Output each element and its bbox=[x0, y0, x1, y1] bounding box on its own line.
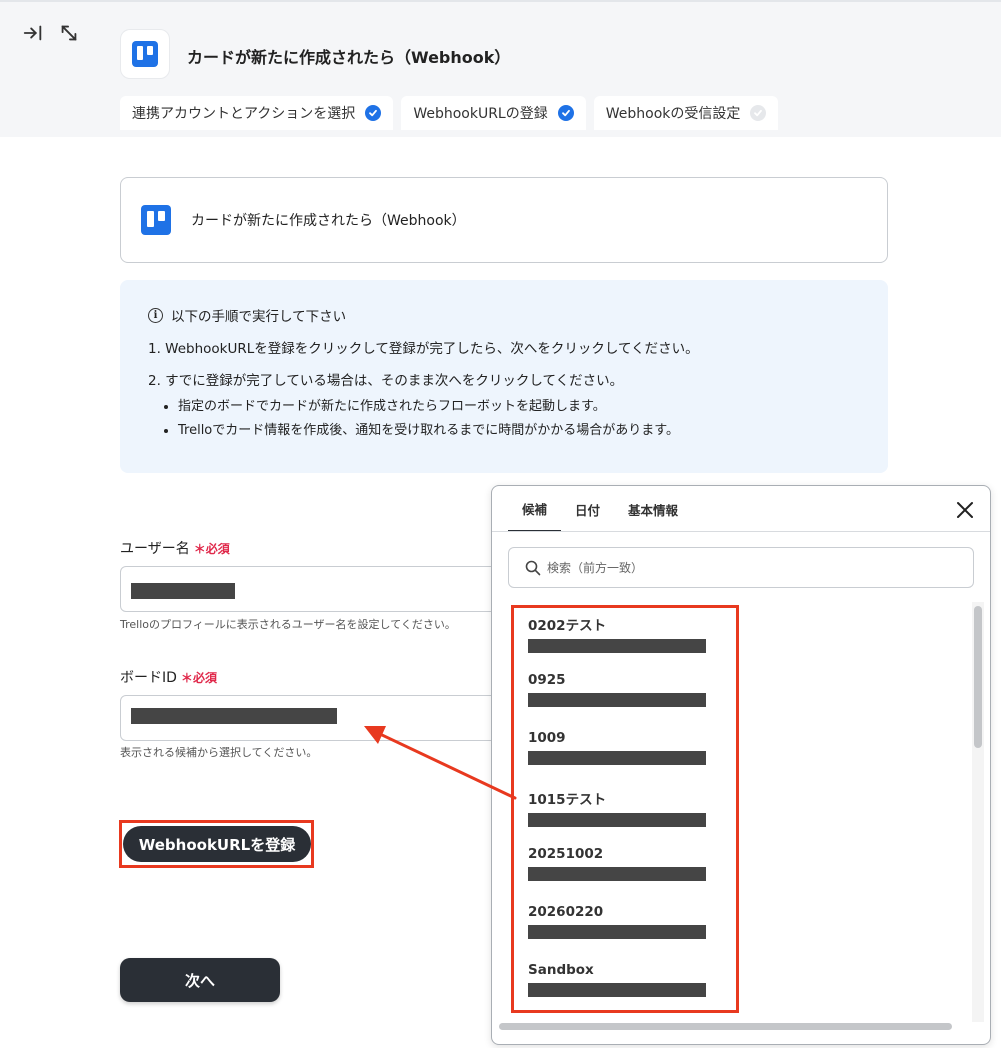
board-id-label-text: ボードID bbox=[120, 670, 177, 686]
required-badge: ＊必須 bbox=[193, 542, 230, 556]
board-id-label: ボードID ＊必須 bbox=[120, 667, 217, 687]
search-input[interactable]: 検索（前方一致） bbox=[508, 547, 974, 588]
close-icon[interactable] bbox=[954, 499, 976, 521]
required-text: 必須 bbox=[192, 671, 217, 685]
header-area: カードが新たに作成されたら（Webhook） 連携アカウントとアクションを選択 … bbox=[0, 0, 1001, 137]
trigger-card: カードが新たに作成されたら（Webhook） bbox=[120, 177, 888, 263]
tab-label: 連携アカウントとアクションを選択 bbox=[132, 106, 356, 122]
instruction-heading: 以下の手順で実行して下さい bbox=[171, 309, 347, 325]
search-icon bbox=[525, 560, 541, 575]
tab-date[interactable]: 日付 bbox=[561, 486, 614, 532]
step-tabs: 連携アカウントとアクションを選択 WebhookURLの登録 Webhookの受… bbox=[120, 96, 779, 130]
check-icon bbox=[365, 105, 382, 121]
instruction-bullet: Trelloでカード情報を作成後、通知を受け取れるまでに時間がかかる場合がありま… bbox=[178, 419, 860, 438]
trello-logo bbox=[120, 29, 170, 79]
instruction-step-2: 2. すでに登録が完了している場合は、そのまま次へをクリックしてください。 bbox=[148, 373, 624, 389]
username-label-text: ユーザー名 bbox=[120, 541, 190, 557]
check-icon bbox=[557, 105, 574, 121]
tab-webhook-register[interactable]: WebhookURLの登録 bbox=[401, 96, 586, 130]
tab-label: Webhookの受信設定 bbox=[605, 106, 741, 122]
highlight-frame bbox=[511, 605, 739, 1013]
redacted-value bbox=[131, 583, 235, 599]
expand-icon[interactable] bbox=[56, 20, 82, 46]
candidate-popup: 候補 日付 基本情報 検索（前方一致） 0202テスト 0925 1009 10… bbox=[491, 485, 991, 1045]
tab-webhook-receive[interactable]: Webhookの受信設定 bbox=[593, 96, 779, 130]
trigger-title: カードが新たに作成されたら（Webhook） bbox=[191, 213, 466, 229]
tab-select-account[interactable]: 連携アカウントとアクションを選択 bbox=[120, 96, 394, 130]
redacted-value bbox=[131, 708, 337, 724]
board-id-input[interactable] bbox=[120, 695, 540, 741]
instruction-step-1: 1. WebhookURLを登録をクリックして登録が完了したら、次へをクリックし… bbox=[148, 341, 699, 357]
divider bbox=[492, 531, 990, 532]
board-id-hint: 表示される候補から選択してください。 bbox=[120, 746, 318, 759]
instruction-box: i 以下の手順で実行して下さい 1. WebhookURLを登録をクリックして登… bbox=[120, 280, 888, 473]
trello-icon bbox=[132, 41, 158, 67]
page-title: カードが新たに作成されたら（Webhook） bbox=[187, 48, 511, 67]
popup-tabs: 候補 日付 基本情報 bbox=[508, 486, 692, 532]
horizontal-scrollbar[interactable] bbox=[499, 1023, 952, 1030]
check-icon bbox=[750, 105, 767, 121]
register-webhook-button[interactable]: WebhookURLを登録 bbox=[123, 826, 311, 862]
required-badge: ＊必須 bbox=[180, 671, 217, 685]
collapse-sidebar-icon[interactable] bbox=[20, 20, 46, 46]
username-input[interactable] bbox=[120, 566, 540, 612]
tab-basic-info[interactable]: 基本情報 bbox=[614, 486, 692, 532]
required-text: 必須 bbox=[205, 542, 230, 556]
username-hint: Trelloのプロフィールに表示されるユーザー名を設定してください。 bbox=[120, 618, 456, 631]
tab-label: WebhookURLの登録 bbox=[413, 106, 548, 122]
instruction-bullet: 指定のボードでカードが新たに作成されたらフローボットを起動します。 bbox=[178, 395, 860, 414]
next-button[interactable]: 次へ bbox=[120, 958, 280, 1002]
vertical-scrollbar[interactable] bbox=[974, 606, 982, 748]
username-label: ユーザー名 ＊必須 bbox=[120, 538, 230, 558]
trello-icon bbox=[141, 205, 171, 235]
search-placeholder: 検索（前方一致） bbox=[547, 561, 644, 575]
info-icon: i bbox=[148, 307, 163, 323]
tab-candidates[interactable]: 候補 bbox=[508, 486, 562, 532]
